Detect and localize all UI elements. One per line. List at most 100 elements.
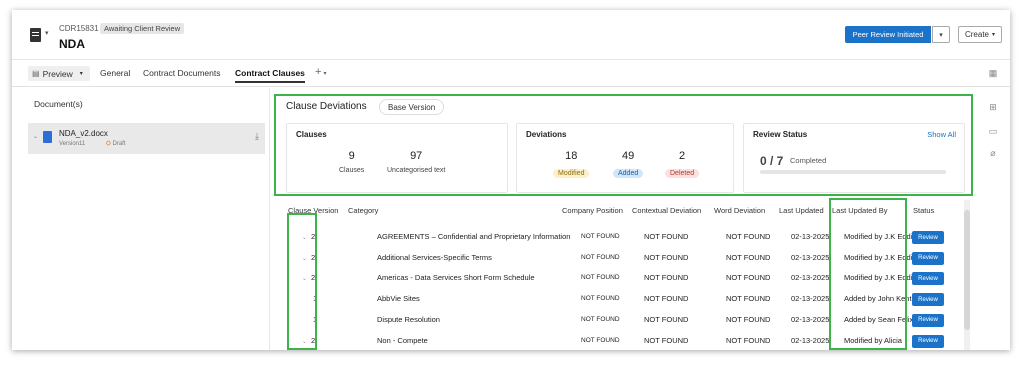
document-version: Version11 [59,141,86,147]
cell-word-deviation: NOT FOUND [726,232,771,241]
comment-icon[interactable]: ▭ [988,126,998,136]
cell-word-deviation: NOT FOUND [726,252,771,262]
card-title: Clauses [296,130,327,139]
show-all-link[interactable]: Show All [927,130,956,139]
cell-category: Americas - Data Services Short Form Sche… [377,273,535,283]
cell-contextual-deviation: NOT FOUND [644,294,689,304]
page-title: NDA [59,37,85,51]
column-header[interactable]: Category [348,206,378,215]
added-metric: 49 Added [613,150,644,180]
scroll-thumb[interactable] [964,210,970,330]
cell-category: Non - Compete [377,335,428,345]
chevron-down-icon[interactable]: ▾ [45,29,49,37]
review-status-card: Review Status Show All 0 / 7 Completed [743,123,965,193]
card-title: Review Status [753,130,808,139]
cell-contextual-deviation: NOT FOUND [644,335,689,345]
clauses-card: Clauses 9 Clauses 97 Uncategorised text [286,123,508,193]
cell-last-updated: 02-13-2025 [791,252,830,262]
highlight-clause-version [287,213,317,350]
draft-label: Draft [112,141,126,147]
cell-company-position: NOT FOUND [581,233,620,240]
deleted-badge: Deleted [665,169,700,178]
cell-last-updated: 02-13-2025 [791,232,830,241]
card-title: Deviations [526,130,567,139]
review-button[interactable]: Review [912,293,944,307]
cell-last-updated: 02-13-2025 [791,314,830,324]
column-header[interactable]: Word Deviation [714,206,765,215]
uncategorised-count: 97 [410,150,423,162]
cell-category: Dispute Resolution [377,314,440,324]
layout-icon[interactable]: ▦ [988,68,998,78]
document-icon[interactable] [30,28,41,42]
column-header[interactable]: Last Updated [779,206,824,215]
chevron-down-icon: ▾ [79,71,83,77]
review-button[interactable]: Review [912,272,944,286]
tab-contract-documents[interactable]: Contract Documents [143,68,220,78]
modified-badge: Modified [553,169,590,178]
review-count: 0 / 7 [760,154,784,168]
deleted-metric: 2 Deleted [665,150,700,180]
column-header[interactable]: Contextual Deviation [632,206,701,215]
column-header[interactable]: Company Position [562,206,623,215]
download-icon[interactable]: ⤓ [255,131,259,142]
cell-last-updated: 02-13-2025 [791,335,830,345]
clause-deviations-summary: Clause Deviations Base Version Clauses 9… [274,94,973,196]
cell-company-position: NOT FOUND [581,274,620,282]
app-window: ▾ CDR15831 Awaiting Client Review NDA Pe… [12,10,1010,350]
added-badge: Added [613,169,644,178]
create-label: Create [964,30,989,39]
deviations-card: Deviations 18 Modified 49 Added 2 Delete… [516,123,734,193]
base-version-button[interactable]: Base Version [379,99,445,115]
peer-review-dropdown-icon[interactable]: ▾ [932,26,950,43]
cell-category: Additional Services-Specific Terms [377,252,492,262]
cell-contextual-deviation: NOT FOUND [644,273,689,283]
cell-contextual-deviation: NOT FOUND [644,314,689,324]
documents-panel: Document(s) ⌄ NDA_v2.docx Version11 ⛭ Dr… [12,88,270,350]
clauses-label: Clauses [339,167,365,174]
cell-contextual-deviation: NOT FOUND [644,252,689,262]
clauses-count: 9 [348,150,355,162]
tab-preview[interactable]: ▤ Preview ▾ [28,66,90,81]
peer-review-button[interactable]: Peer Review Initiated [845,26,931,43]
tab-contract-clauses[interactable]: Contract Clauses [235,68,305,83]
chevron-down-icon: ▾ [992,32,996,38]
table-scrollbar[interactable] [964,200,970,350]
cell-company-position: NOT FOUND [581,253,620,261]
document-name: NDA_v2.docx [59,129,108,138]
cell-category: AbbVie Sites [377,294,420,304]
added-count: 49 [622,150,635,162]
cell-company-position: NOT FOUND [581,315,620,323]
cell-last-updated: 02-13-2025 [791,273,830,283]
review-button[interactable]: Review [912,231,944,244]
chevron-down-icon[interactable]: ⌄ [33,133,38,140]
review-button[interactable]: Review [912,251,944,265]
tab-label: Preview [42,68,73,79]
review-button[interactable]: Review [912,334,944,348]
tab-general[interactable]: General [100,68,130,78]
chevron-down-icon: ▾ [323,71,327,77]
cell-word-deviation: NOT FOUND [726,335,771,345]
create-button[interactable]: Create ▾ [958,26,1002,43]
cell-contextual-deviation: NOT FOUND [644,232,689,241]
uncategorised-label: Uncategorised text [387,167,446,174]
highlight-last-updated-by [829,198,907,350]
cell-word-deviation: NOT FOUND [726,273,771,283]
cell-company-position: NOT FOUND [581,295,620,303]
hierarchy-icon[interactable]: ⊞ [988,102,998,112]
page-header: ▾ CDR15831 Awaiting Client Review NDA Pe… [12,10,1010,60]
modified-metric: 18 Modified [553,150,590,180]
cell-company-position: NOT FOUND [581,336,620,344]
clauses-metric: 9 Clauses [339,150,364,174]
attachment-icon[interactable]: ⌀ [988,148,998,158]
tab-bar: ▤ Preview ▾ General Contract Documents C… [12,60,1010,87]
document-item[interactable]: ⌄ NDA_v2.docx Version11 ⛭ Draft ⤓ [28,123,265,154]
uncategorised-metric: 97 Uncategorised text [387,150,445,174]
cell-word-deviation: NOT FOUND [726,314,771,324]
cell-last-updated: 02-13-2025 [791,294,830,304]
cell-category: AGREEMENTS – Confidential and Proprietar… [377,232,571,241]
column-header[interactable]: Status [913,206,934,215]
document-state: ⛭ Draft [106,141,126,148]
documents-heading: Document(s) [34,99,83,109]
add-tab-button[interactable]: + ▾ [315,66,326,78]
review-button[interactable]: Review [912,313,944,327]
